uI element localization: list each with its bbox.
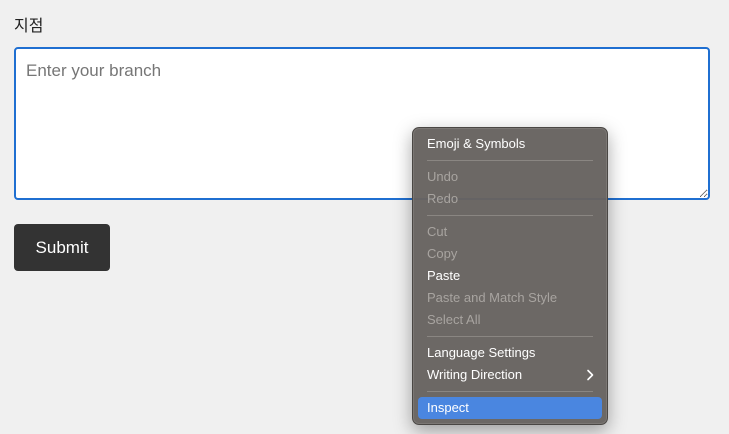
menu-item-select-all[interactable]: Select All bbox=[418, 309, 602, 331]
menu-item-writing-direction-label: Writing Direction bbox=[427, 367, 523, 382]
menu-item-paste[interactable]: Paste bbox=[418, 265, 602, 287]
menu-item-copy[interactable]: Copy bbox=[418, 243, 602, 265]
menu-item-undo[interactable]: Undo bbox=[418, 166, 602, 188]
menu-item-inspect[interactable]: Inspect bbox=[418, 397, 602, 419]
menu-item-language-settings[interactable]: Language Settings bbox=[418, 342, 602, 364]
menu-separator bbox=[427, 336, 593, 337]
branch-field-label: 지점 bbox=[14, 16, 44, 35]
chevron-right-icon bbox=[586, 364, 594, 386]
menu-separator bbox=[427, 391, 593, 392]
menu-item-cut[interactable]: Cut bbox=[418, 221, 602, 243]
menu-item-writing-direction[interactable]: Writing Direction bbox=[418, 364, 602, 386]
submit-button[interactable]: Submit bbox=[14, 224, 110, 271]
menu-item-emoji-symbols[interactable]: Emoji & Symbols bbox=[418, 133, 602, 155]
menu-separator bbox=[427, 215, 593, 216]
menu-item-redo[interactable]: Redo bbox=[418, 188, 602, 210]
context-menu: Emoji & Symbols Undo Redo Cut Copy Paste… bbox=[412, 127, 608, 425]
menu-separator bbox=[427, 160, 593, 161]
menu-item-paste-match-style[interactable]: Paste and Match Style bbox=[418, 287, 602, 309]
